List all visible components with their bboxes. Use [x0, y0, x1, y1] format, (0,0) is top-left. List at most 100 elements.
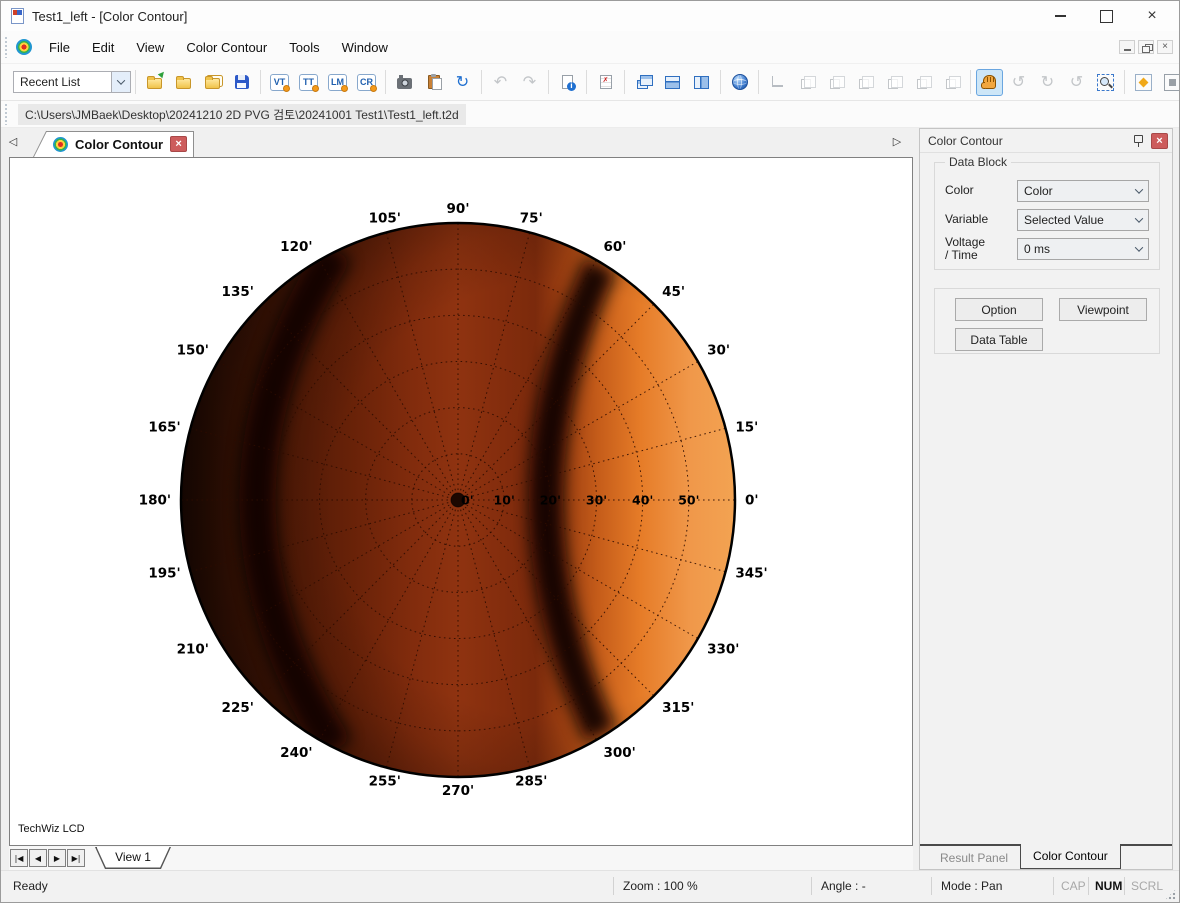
menu-tools[interactable]: Tools — [278, 36, 330, 59]
tab-scroll-right-button[interactable]: ▷ — [889, 132, 905, 150]
minimize-button[interactable] — [1037, 1, 1083, 31]
close-button[interactable]: × — [1129, 1, 1175, 31]
cube-view-3-button[interactable] — [851, 69, 878, 96]
voltage-time-field-label: Voltage / Time — [945, 236, 985, 262]
view-first-button[interactable]: |◀ — [10, 849, 28, 867]
globe-icon — [732, 74, 748, 90]
tab-scroll-left-button[interactable]: ◁ — [5, 132, 21, 150]
tab-result-panel[interactable]: Result Panel — [928, 846, 1020, 869]
tt-module-button[interactable]: TT — [295, 69, 322, 96]
refresh-icon: ↻ — [456, 74, 469, 90]
menu-gripper[interactable] — [4, 36, 8, 58]
lm-module-icon: LM — [328, 74, 347, 91]
rotate-free-button[interactable]: ↺ — [1063, 69, 1090, 96]
tab-color-contour[interactable]: Color Contour × — [33, 131, 194, 157]
capture-button[interactable] — [391, 69, 418, 96]
menu-color-contour[interactable]: Color Contour — [175, 36, 278, 59]
zoom-window-button[interactable] — [1092, 69, 1119, 96]
tab-close-icon[interactable]: × — [170, 136, 187, 152]
rotate-button[interactable]: ↺ — [1005, 69, 1032, 96]
view-next-button[interactable]: ▶ — [48, 849, 66, 867]
menu-view[interactable]: View — [125, 36, 175, 59]
file-path: C:\Users\JMBaek\Desktop\20241210 2D PVG … — [18, 104, 466, 125]
save-button[interactable] — [228, 69, 255, 96]
globe-button[interactable] — [726, 69, 753, 96]
recent-list-dropdown-button[interactable] — [111, 72, 130, 92]
maximize-button[interactable] — [1083, 1, 1129, 31]
angle-label-270: 270' — [442, 783, 474, 799]
cube-view-5-button[interactable] — [909, 69, 936, 96]
tile-horizontal-icon — [665, 76, 680, 89]
title-bar: Test1_left - [Color Contour] × — [1, 1, 1179, 31]
resize-grip[interactable] — [1165, 889, 1176, 900]
data-table-button[interactable]: Data Table — [955, 328, 1043, 351]
open-recent-button[interactable] — [141, 69, 168, 96]
angle-label-195: 195' — [148, 566, 180, 582]
cube-view-4-button[interactable] — [880, 69, 907, 96]
fit-view-button[interactable] — [1130, 69, 1157, 96]
tab-color-contour-panel[interactable]: Color Contour — [1020, 844, 1121, 869]
lm-module-button[interactable]: LM — [324, 69, 351, 96]
view-last-button[interactable]: ▶| — [67, 849, 85, 867]
cascade-windows-button[interactable] — [630, 69, 657, 96]
viewpoint-button[interactable]: Viewpoint — [1059, 298, 1147, 321]
status-zoom: Zoom : 100 % — [623, 879, 698, 893]
data-check-button[interactable]: ✗ — [592, 69, 619, 96]
actual-size-button[interactable] — [1159, 69, 1180, 96]
status-separator — [1124, 877, 1125, 895]
redo-icon: ↷ — [523, 74, 536, 90]
mdi-close-button[interactable]: × — [1157, 40, 1173, 54]
tile-vertical-button[interactable] — [688, 69, 715, 96]
status-separator — [1088, 877, 1089, 895]
status-mode: Mode : Pan — [941, 879, 1002, 893]
menu-items: FileEditViewColor ContourToolsWindow — [38, 36, 399, 59]
menu-file[interactable]: File — [38, 36, 81, 59]
cube-view-2-button[interactable] — [822, 69, 849, 96]
open-button[interactable] — [170, 69, 197, 96]
view-tab[interactable]: View 1 — [95, 847, 171, 869]
data-block-label: Data Block — [945, 155, 1011, 169]
open-multiple-button[interactable] — [199, 69, 226, 96]
status-ready: Ready — [13, 879, 48, 893]
save-icon — [235, 75, 249, 89]
cube-view-1-button[interactable] — [793, 69, 820, 96]
open-icon — [176, 78, 191, 89]
axes-3d-button[interactable] — [764, 69, 791, 96]
menu-edit[interactable]: Edit — [81, 36, 125, 59]
variable-select[interactable]: Selected Value — [1017, 209, 1149, 231]
pan-button[interactable] — [976, 69, 1003, 96]
panel-close-icon[interactable]: × — [1151, 133, 1168, 149]
cascade-windows-icon — [637, 80, 648, 89]
redo-button[interactable]: ↷ — [516, 69, 543, 96]
recent-list-combo[interactable]: Recent List — [13, 71, 131, 93]
color-select-value: Color — [1018, 184, 1129, 198]
menu-bar: FileEditViewColor ContourToolsWindow × — [1, 31, 1179, 64]
app-window: Test1_left - [Color Contour] × FileEditV… — [0, 0, 1180, 903]
actual-size-icon — [1164, 74, 1180, 91]
toolbar-separator — [586, 70, 587, 94]
color-field-label: Color — [945, 184, 974, 197]
mdi-restore-button[interactable] — [1138, 40, 1154, 54]
view-prev-button[interactable]: ◀ — [29, 849, 47, 867]
report-button[interactable] — [554, 69, 581, 96]
pin-icon[interactable] — [1132, 134, 1145, 148]
pathbar-gripper[interactable] — [4, 103, 8, 125]
toolbar-separator — [260, 70, 261, 94]
tile-horizontal-button[interactable] — [659, 69, 686, 96]
paste-button[interactable] — [420, 69, 447, 96]
option-button[interactable]: Option — [955, 298, 1043, 321]
undo-button[interactable]: ↶ — [487, 69, 514, 96]
mdi-minimize-button[interactable] — [1119, 40, 1135, 54]
cube-view-6-button[interactable] — [938, 69, 965, 96]
color-select[interactable]: Color — [1017, 180, 1149, 202]
vt-module-button[interactable]: VT — [266, 69, 293, 96]
plot-canvas[interactable]: 0'15'30'45'60'75'90'105'120'135'150'165'… — [9, 157, 913, 846]
chevron-down-icon — [1134, 214, 1142, 222]
menu-window[interactable]: Window — [331, 36, 399, 59]
voltage-time-select[interactable]: 0 ms — [1017, 238, 1149, 260]
rotate-horizontal-button[interactable]: ↻ — [1034, 69, 1061, 96]
cube-view-2-icon — [830, 79, 840, 89]
cube-view-5-icon — [917, 79, 927, 89]
cr-module-button[interactable]: CR — [353, 69, 380, 96]
refresh-button[interactable]: ↻ — [449, 69, 476, 96]
